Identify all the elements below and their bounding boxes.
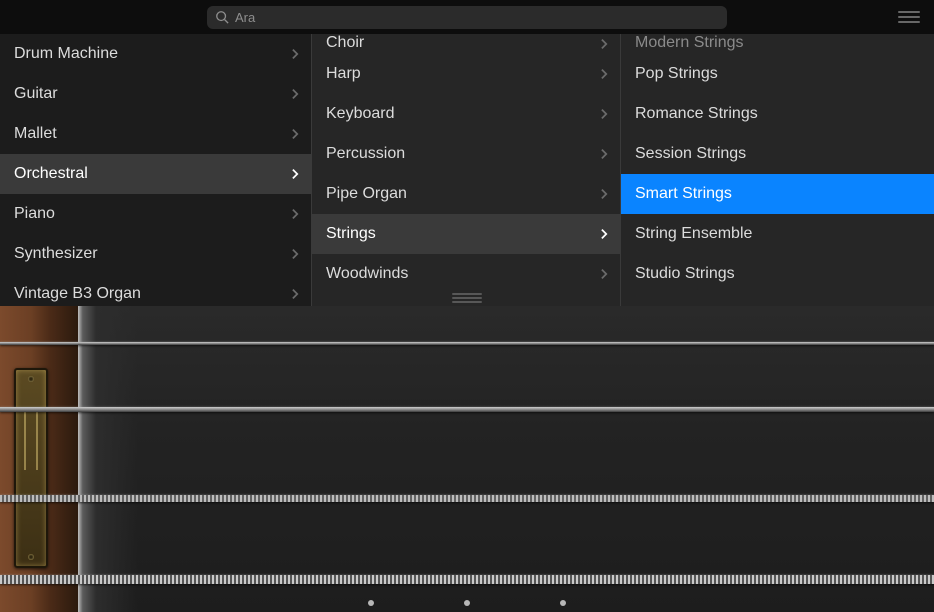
preset-label: Session Strings [635, 145, 746, 163]
string-3[interactable] [0, 407, 934, 412]
headplate-ornament [24, 410, 38, 470]
string-1[interactable] [0, 575, 934, 584]
string-4[interactable] [0, 342, 934, 345]
string-2[interactable] [0, 495, 934, 502]
instrument-headplate [14, 368, 48, 568]
category-label: Mallet [14, 125, 57, 143]
subcategory-label: Pipe Organ [326, 185, 407, 203]
preset-label: String Ensemble [635, 225, 752, 243]
chevron-right-icon [601, 108, 608, 120]
page-dot[interactable] [464, 600, 470, 606]
browser-column-1: Drum Machine Guitar Mallet Orchestral Pi… [0, 34, 311, 306]
chevron-right-icon [292, 88, 299, 100]
preset-label: Romance Strings [635, 105, 758, 123]
chevron-right-icon [292, 248, 299, 260]
screw-icon [28, 376, 34, 382]
preset-item[interactable]: Session Strings [621, 134, 934, 174]
category-label: Drum Machine [14, 45, 118, 63]
chevron-right-icon [292, 208, 299, 220]
page-dot[interactable] [560, 600, 566, 606]
preset-label: Pop Strings [635, 65, 718, 83]
subcategory-item[interactable]: Woodwinds [312, 254, 620, 294]
subcategory-item[interactable]: Percussion [312, 134, 620, 174]
chevron-right-icon [292, 168, 299, 180]
page-dot[interactable] [368, 600, 374, 606]
category-item[interactable]: Mallet [0, 114, 311, 154]
search-icon [215, 10, 229, 24]
chevron-right-icon [601, 148, 608, 160]
chevron-right-icon [292, 288, 299, 300]
preset-item[interactable]: Romance Strings [621, 94, 934, 134]
search-input[interactable]: Ara [207, 6, 727, 29]
category-label: Vintage B3 Organ [14, 285, 141, 303]
category-item[interactable]: Piano [0, 194, 311, 234]
category-item[interactable]: Synthesizer [0, 234, 311, 274]
app-root: Ara Drum Machine Guitar Mallet Orchestra… [0, 0, 934, 612]
category-item-orchestral[interactable]: Orchestral [0, 154, 311, 194]
subcategory-label: Keyboard [326, 105, 395, 123]
chevron-right-icon [292, 48, 299, 60]
subcategory-item[interactable]: Harp [312, 54, 620, 94]
category-label: Synthesizer [14, 245, 98, 263]
subcategory-item[interactable]: Choir [312, 34, 620, 54]
drag-handle-icon[interactable] [449, 292, 485, 304]
chevron-right-icon [601, 68, 608, 80]
screw-icon [28, 554, 34, 560]
search-bar: Ara [0, 0, 934, 34]
subcategory-label: Percussion [326, 145, 405, 163]
category-item[interactable]: Vintage B3 Organ [0, 274, 311, 306]
category-label: Guitar [14, 85, 58, 103]
chevron-right-icon [601, 268, 608, 280]
preset-item[interactable]: Modern Strings [621, 34, 934, 54]
subcategory-label: Woodwinds [326, 265, 408, 283]
category-item[interactable]: Drum Machine [0, 34, 311, 74]
chevron-right-icon [601, 188, 608, 200]
subcategory-label: Harp [326, 65, 361, 83]
preset-item[interactable]: Studio Strings [621, 254, 934, 294]
instrument-surface[interactable] [0, 306, 934, 612]
category-label: Orchestral [14, 165, 88, 183]
browser-column-3: Modern Strings Pop Strings Romance Strin… [621, 34, 934, 306]
preset-label: Studio Strings [635, 265, 735, 283]
subcategory-item[interactable]: Pipe Organ [312, 174, 620, 214]
sound-browser: Drum Machine Guitar Mallet Orchestral Pi… [0, 34, 934, 306]
preset-item[interactable]: String Ensemble [621, 214, 934, 254]
preset-label: Modern Strings [635, 34, 744, 52]
category-label: Piano [14, 205, 55, 223]
subcategory-label: Choir [326, 34, 364, 52]
menu-handle-icon[interactable] [892, 0, 926, 34]
browser-column-2: Choir Harp Keyboard Percussion Pipe Orga… [311, 34, 621, 306]
page-dots[interactable] [368, 600, 566, 606]
preset-item[interactable]: Pop Strings [621, 54, 934, 94]
category-item[interactable]: Guitar [0, 74, 311, 114]
chevron-right-icon [601, 38, 608, 50]
preset-item-smart-strings[interactable]: Smart Strings [621, 174, 934, 214]
chevron-right-icon [601, 228, 608, 240]
preset-label: Smart Strings [635, 185, 732, 203]
subcategory-item-strings[interactable]: Strings [312, 214, 620, 254]
subcategory-label: Strings [326, 225, 376, 243]
instrument-nut-shadow [78, 306, 138, 612]
chevron-right-icon [292, 128, 299, 140]
subcategory-item[interactable]: Keyboard [312, 94, 620, 134]
search-placeholder: Ara [235, 10, 255, 25]
